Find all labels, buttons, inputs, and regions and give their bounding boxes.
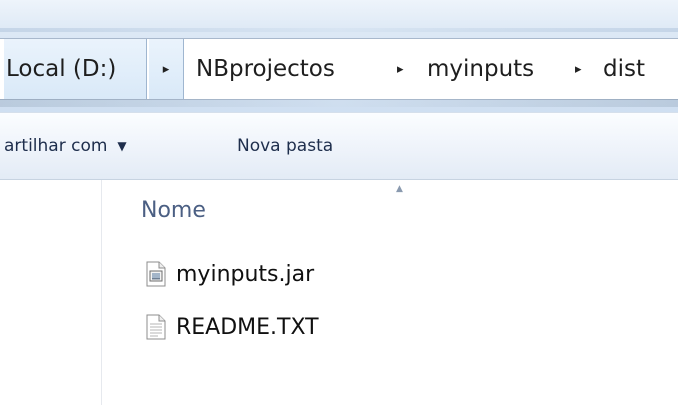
breadcrumb-label: myinputs — [427, 56, 535, 82]
share-with-label: artilhar com — [4, 136, 108, 156]
breadcrumb-local-disk[interactable]: Local (D:) — [4, 39, 147, 99]
file-row[interactable]: myinputs.jar — [146, 259, 314, 289]
address-bar[interactable]: Local (D:) ▸ NBprojectos ▸ myinputs ▸ di… — [0, 38, 678, 100]
column-header-name[interactable]: Nome — [141, 198, 206, 223]
file-name: README.TXT — [176, 314, 319, 340]
chevron-right-icon[interactable]: ▸ — [575, 39, 582, 99]
chevron-right-icon: ▸ — [162, 61, 170, 77]
sort-ascending-icon: ▲ — [396, 184, 403, 194]
share-with-button[interactable]: artilhar com ▼ — [4, 113, 127, 179]
decorative-line — [0, 28, 678, 32]
breadcrumb-nbprojectos[interactable]: NBprojectos — [196, 39, 335, 99]
new-folder-button[interactable]: Nova pasta — [237, 113, 333, 179]
text-file-icon — [146, 314, 166, 340]
chevron-right-icon[interactable]: ▸ — [397, 39, 404, 99]
breadcrumb-label: Local (D:) — [6, 56, 117, 82]
breadcrumb-myinputs[interactable]: myinputs — [427, 39, 534, 99]
file-list[interactable]: ▲ Nome myinputs.jar README.TXT — [0, 180, 678, 405]
breadcrumb-label: NBprojectos — [196, 56, 335, 82]
file-row[interactable]: README.TXT — [146, 312, 319, 342]
command-toolbar: artilhar com ▼ Nova pasta — [0, 112, 678, 180]
caret-down-icon: ▼ — [117, 139, 127, 153]
address-bar-shadow — [0, 99, 678, 107]
jar-file-icon — [146, 261, 166, 287]
breadcrumb-label: dist — [603, 56, 645, 82]
breadcrumb-dist[interactable]: dist — [603, 39, 645, 99]
file-name: myinputs.jar — [176, 261, 315, 287]
column-divider[interactable] — [101, 180, 102, 405]
breadcrumb-separator-button[interactable]: ▸ — [149, 39, 184, 99]
new-folder-label: Nova pasta — [237, 136, 334, 156]
